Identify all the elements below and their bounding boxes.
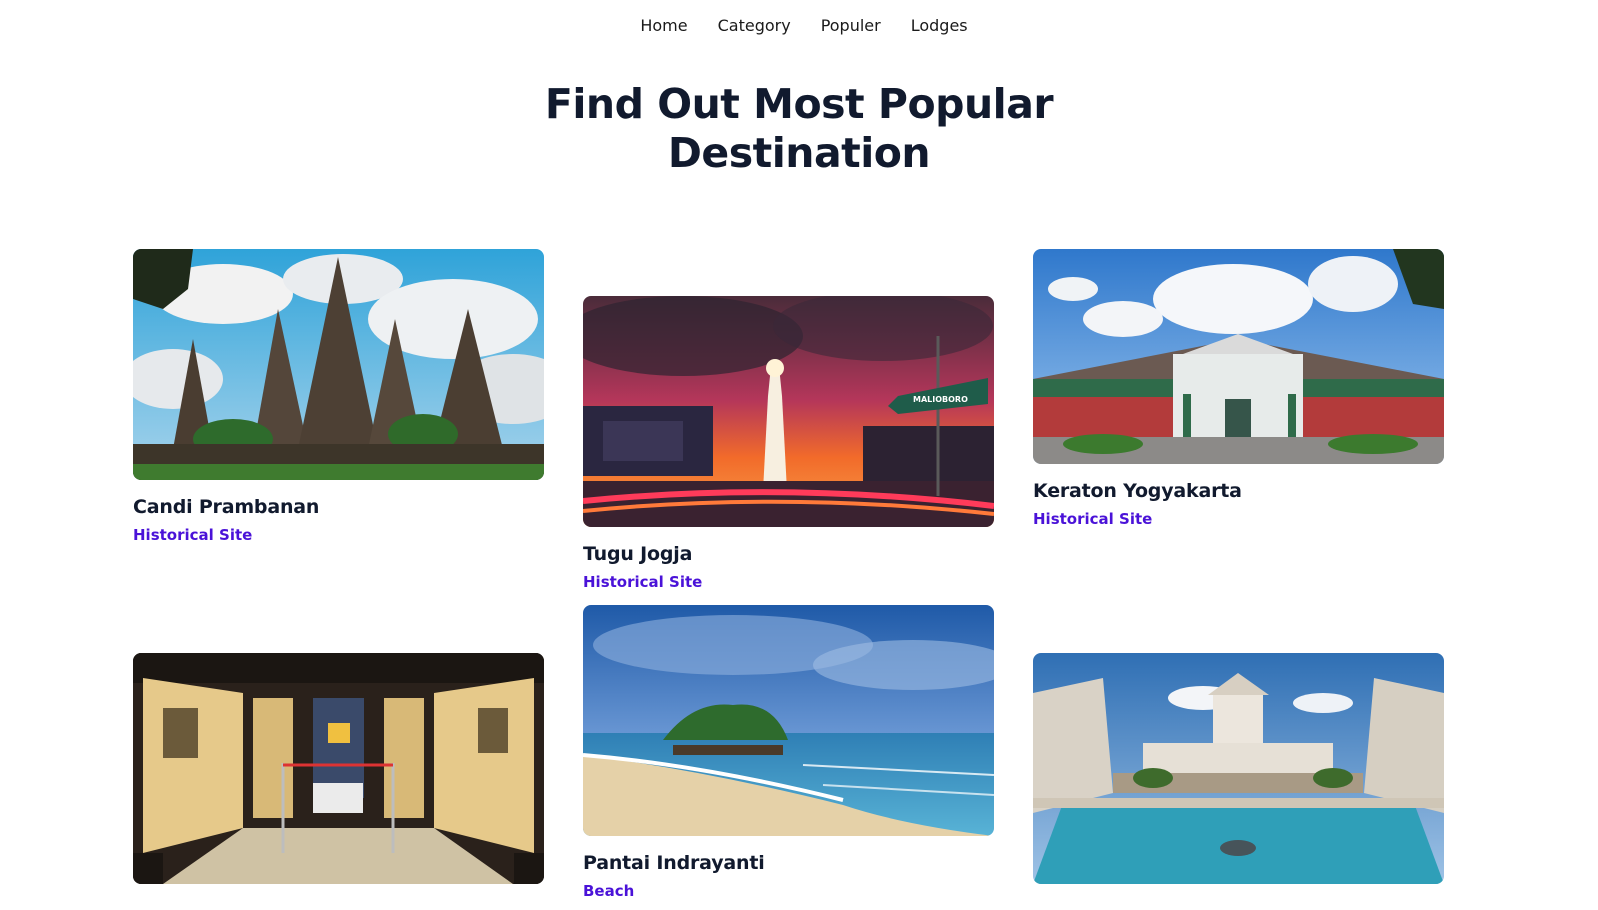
prambanan-temple-image[interactable] [133,249,544,480]
nav-populer-link[interactable]: Populer [806,15,896,37]
destination-card[interactable]: Candi Prambanan Historical Site [133,249,544,545]
destination-card[interactable] [1033,653,1444,899]
destination-card[interactable] [133,653,544,899]
page-title: Find Out Most Popular Destination [0,80,1598,178]
top-nav: Home Category Populer Lodges [0,15,1598,37]
destination-category[interactable]: Historical Site [583,572,994,592]
tugu-jogja-image[interactable]: MALIOBORO [583,296,994,527]
destination-title[interactable]: Tugu Jogja [583,542,994,566]
destination-title[interactable]: Candi Prambanan [133,495,544,519]
nav-home-link[interactable]: Home [625,15,702,37]
destination-title[interactable]: Keraton Yogyakarta [1033,479,1444,503]
page-title-line-2: Destination [667,129,931,177]
malioboro-sign-text: MALIOBORO [913,395,968,404]
nav-category-link[interactable]: Category [703,15,806,37]
keraton-yogyakarta-image[interactable] [1033,249,1444,464]
destination-category[interactable]: Beach [583,881,994,901]
page-title-line-1: Find Out Most Popular [544,80,1054,128]
destination-title[interactable]: Pantai Indrayanti [583,851,994,875]
water-castle-image[interactable] [1033,653,1444,884]
page: Home Category Populer Lodges Find Out Mo… [0,0,1598,910]
destination-card[interactable]: Pantai Indrayanti Beach [583,605,994,901]
destination-card[interactable]: Keraton Yogyakarta Historical Site [1033,249,1444,529]
nav-lodges-link[interactable]: Lodges [896,15,983,37]
destination-category[interactable]: Historical Site [133,525,544,545]
destination-category[interactable]: Historical Site [1033,509,1444,529]
museum-interior-image[interactable] [133,653,544,884]
destination-card[interactable]: MALIOBORO Tugu Jogja Historical Site [583,296,994,592]
pantai-indrayanti-image[interactable] [583,605,994,836]
